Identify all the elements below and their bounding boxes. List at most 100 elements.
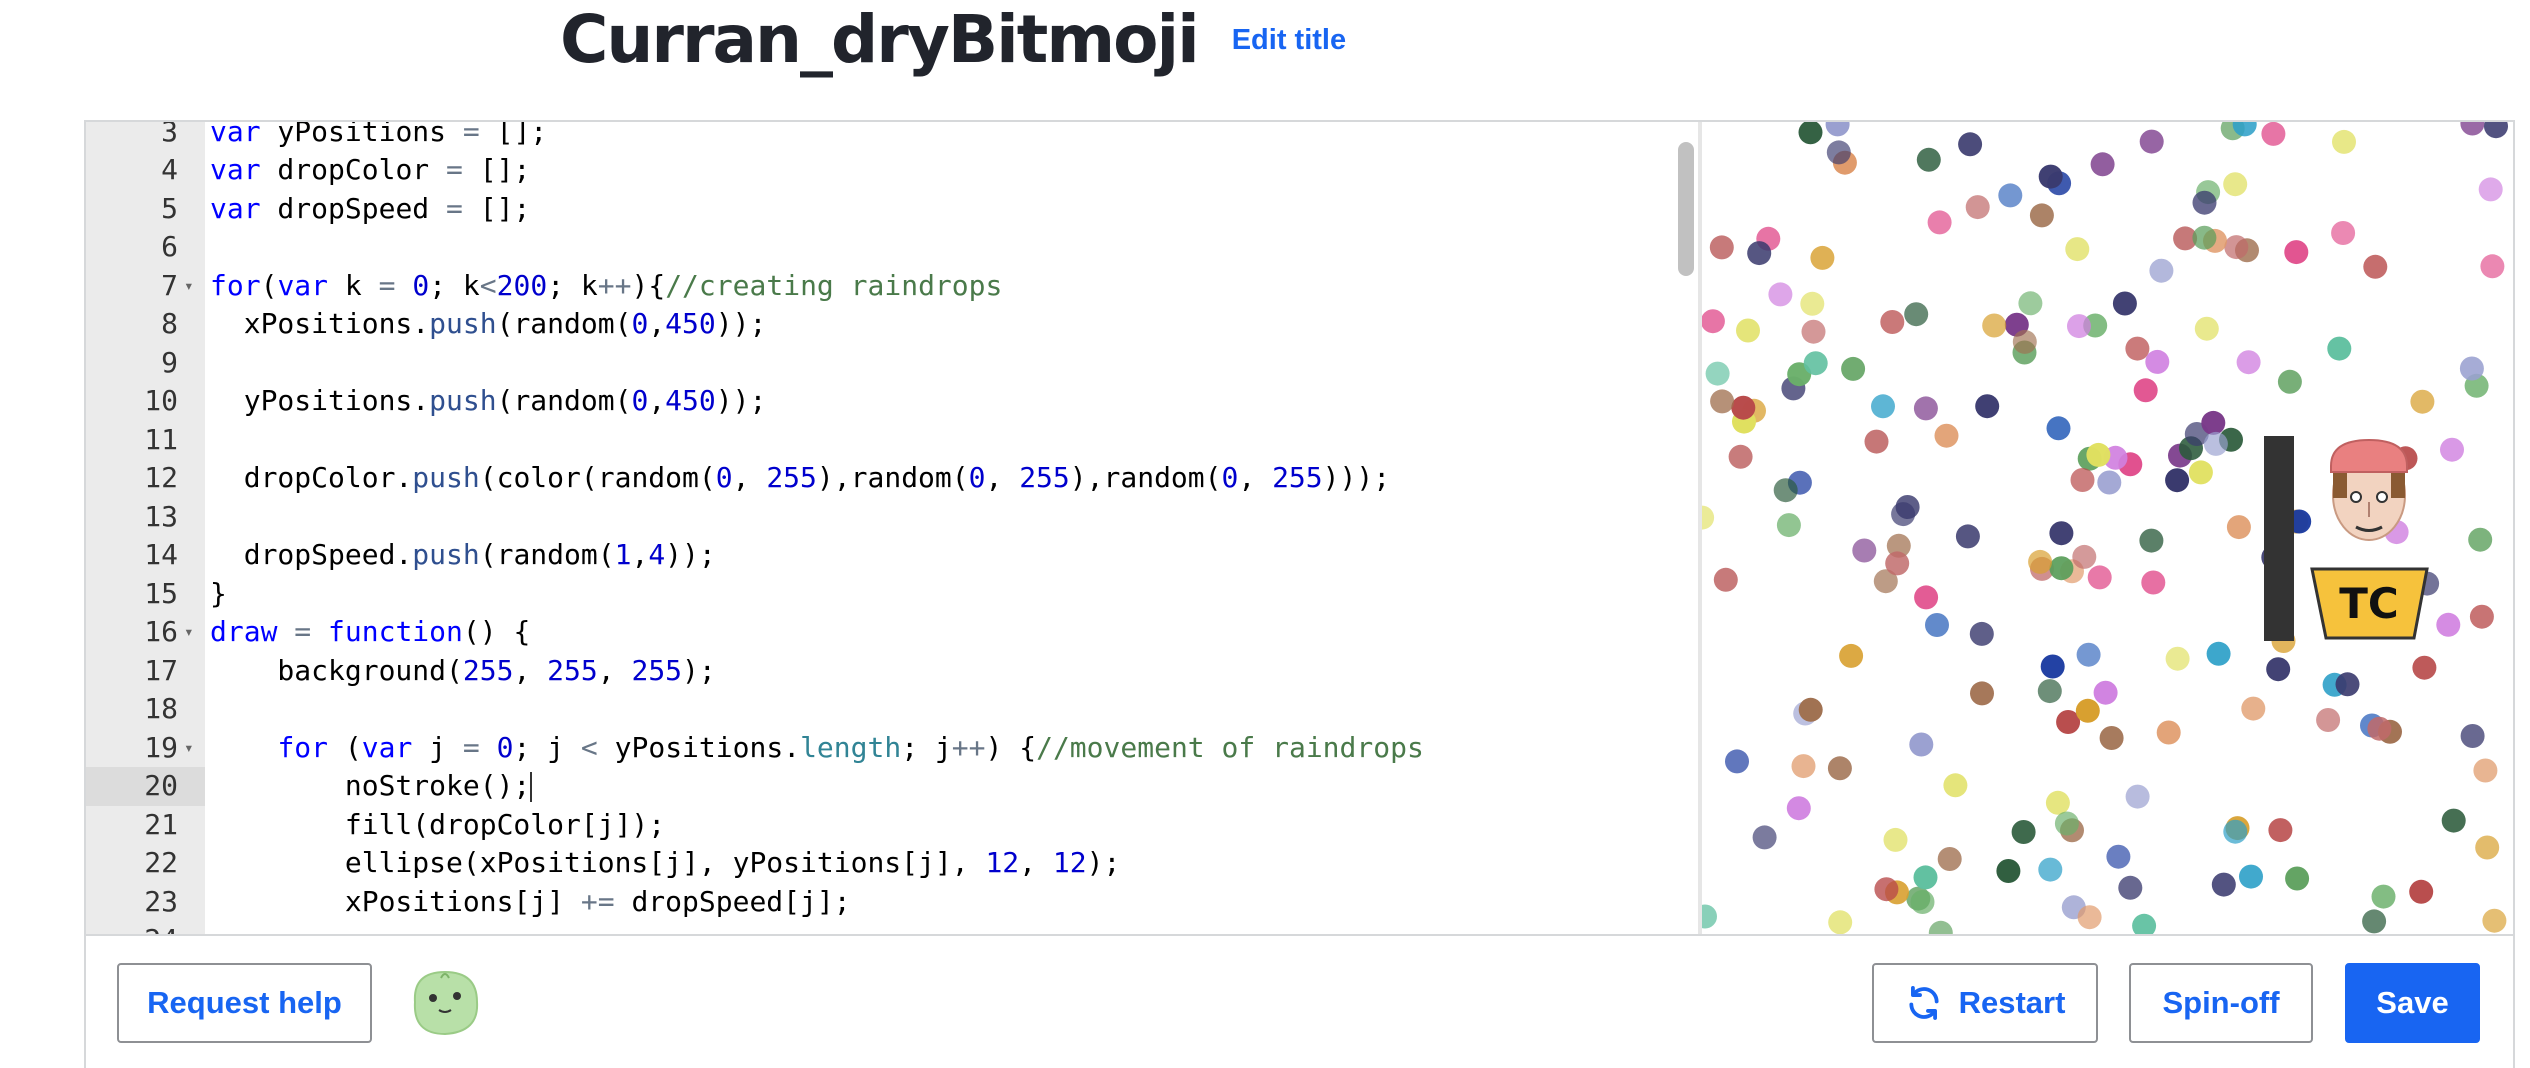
raindrop bbox=[1713, 567, 1738, 592]
raindrop bbox=[1970, 681, 1994, 706]
raindrop bbox=[2011, 820, 2036, 844]
raindrop bbox=[1841, 356, 1866, 381]
code-text: for(var k = 0; k<200; k++){//creating ra… bbox=[210, 268, 1003, 302]
raindrop bbox=[2469, 604, 2494, 629]
raindrop bbox=[2203, 431, 2228, 456]
raindrop bbox=[2285, 866, 2310, 891]
line-number: 3 bbox=[161, 122, 178, 148]
line-number: 6 bbox=[161, 230, 178, 264]
raindrop bbox=[2335, 672, 2360, 697]
raindrop bbox=[2441, 808, 2466, 833]
save-button[interactable]: Save bbox=[2345, 963, 2480, 1043]
code-line: 19 ▾ for (var j = 0; j < yPositions.leng… bbox=[86, 728, 1668, 767]
raindrop bbox=[2478, 177, 2503, 202]
raindrop bbox=[1710, 389, 1735, 414]
code-line: 14 dropSpeed.push(random(1,4)); bbox=[86, 536, 1668, 575]
page-title: Curran_dryBitmoji bbox=[560, 1, 1200, 78]
code-text: background(255, 255, 255); bbox=[210, 653, 716, 687]
raindrop bbox=[2236, 350, 2261, 375]
raindrop bbox=[2112, 291, 2137, 316]
raindrop bbox=[1852, 538, 1877, 563]
line-number: 9 bbox=[161, 345, 178, 379]
raindrop bbox=[2194, 316, 2219, 341]
raindrop bbox=[2141, 570, 2166, 595]
raindrop bbox=[1982, 313, 2007, 338]
raindrop bbox=[2440, 437, 2464, 462]
avatar-icon[interactable] bbox=[405, 966, 483, 1038]
code-text: yPositions.push(random(0,450)); bbox=[210, 384, 767, 418]
fold-arrow-icon[interactable]: ▾ bbox=[184, 276, 200, 295]
code-text: xPositions[j] += dropSpeed[j]; bbox=[210, 884, 851, 918]
code-line: 24 bbox=[86, 921, 1668, 934]
bitmoji-cap bbox=[2330, 438, 2408, 473]
raindrop bbox=[1909, 732, 1934, 757]
raindrop bbox=[2201, 410, 2226, 435]
spinoff-label: Spin-off bbox=[2162, 985, 2280, 1020]
raindrop bbox=[2371, 884, 2396, 909]
code-line: 3 var yPositions = []; bbox=[86, 122, 1668, 151]
raindrop bbox=[2226, 515, 2251, 540]
code-line: 23 xPositions[j] += dropSpeed[j]; bbox=[86, 882, 1668, 921]
line-number: 4 bbox=[161, 153, 178, 187]
edit-title-link[interactable]: Edit title bbox=[1232, 24, 1346, 57]
raindrop bbox=[1825, 122, 1850, 137]
code-area[interactable]: 3 var yPositions = []; 4 var dropColor =… bbox=[86, 122, 1668, 934]
code-line: 10 yPositions.push(random(0,450)); bbox=[86, 382, 1668, 421]
code-line: 22 ellipse(xPositions[j], yPositions[j],… bbox=[86, 844, 1668, 883]
raindrop bbox=[1910, 890, 1935, 914]
raindrop bbox=[2211, 872, 2236, 897]
raindrop bbox=[1864, 429, 1889, 454]
code-line: 16 ▾ draw = function() { bbox=[86, 613, 1668, 652]
raindrop bbox=[1927, 210, 1952, 235]
code-text: var dropColor = []; bbox=[210, 153, 531, 187]
raindrop bbox=[2409, 879, 2434, 904]
bitmoji-eye-left bbox=[2350, 491, 2362, 503]
output-canvas[interactable]: TC bbox=[1702, 122, 2513, 934]
raindrop bbox=[1975, 394, 2000, 419]
raindrop bbox=[2040, 654, 2065, 679]
raindrop bbox=[2049, 521, 2074, 546]
raindrop bbox=[1874, 877, 1899, 902]
raindrop bbox=[2045, 790, 2070, 815]
raindrop bbox=[2261, 122, 2286, 146]
editor-scrollbar[interactable] bbox=[1678, 142, 1694, 276]
raindrop bbox=[2118, 875, 2143, 900]
raindrop bbox=[2192, 225, 2217, 250]
spinoff-button[interactable]: Spin-off bbox=[2129, 963, 2313, 1043]
raindrop bbox=[1731, 395, 1756, 420]
raindrop bbox=[1914, 585, 1939, 610]
raindrop bbox=[2206, 641, 2231, 666]
raindrop bbox=[2367, 716, 2392, 741]
code-editor[interactable]: 3 var yPositions = []; 4 var dropColor =… bbox=[86, 122, 1668, 934]
raindrop bbox=[2468, 527, 2493, 552]
code-line: 7 ▾ for(var k = 0; k<200; k++){//creatin… bbox=[86, 266, 1668, 305]
restart-button[interactable]: Restart bbox=[1872, 963, 2098, 1043]
raindrop bbox=[1709, 235, 1734, 260]
code-line: 4 var dropColor = []; bbox=[86, 151, 1668, 190]
raindrop bbox=[2065, 237, 2090, 262]
line-number: 19 bbox=[144, 730, 178, 764]
raindrop bbox=[1827, 756, 1852, 781]
raindrop bbox=[2028, 549, 2053, 574]
line-number: 24 bbox=[86, 923, 178, 934]
code-text: draw = function() { bbox=[210, 615, 531, 649]
raindrop bbox=[2277, 369, 2302, 394]
code-text: var dropSpeed = []; bbox=[210, 191, 531, 225]
raindrop bbox=[1913, 865, 1938, 890]
raindrop bbox=[2086, 442, 2111, 467]
request-help-button[interactable]: Request help bbox=[117, 963, 372, 1043]
raindrop bbox=[1752, 825, 1777, 850]
raindrop bbox=[1786, 796, 1811, 821]
fold-arrow-icon[interactable]: ▾ bbox=[184, 738, 200, 757]
raindrop bbox=[2125, 336, 2150, 361]
raindrop bbox=[1883, 827, 1908, 852]
raindrop bbox=[1958, 132, 1983, 157]
code-line: 8 xPositions.push(random(0,450)); bbox=[86, 305, 1668, 344]
fold-arrow-icon[interactable]: ▾ bbox=[184, 622, 200, 641]
raindrop bbox=[1839, 643, 1864, 668]
text-cursor bbox=[530, 772, 533, 803]
raindrop bbox=[2223, 172, 2248, 197]
raindrop bbox=[2018, 291, 2043, 316]
raindrop bbox=[2412, 655, 2437, 680]
raindrop bbox=[1803, 351, 1828, 376]
